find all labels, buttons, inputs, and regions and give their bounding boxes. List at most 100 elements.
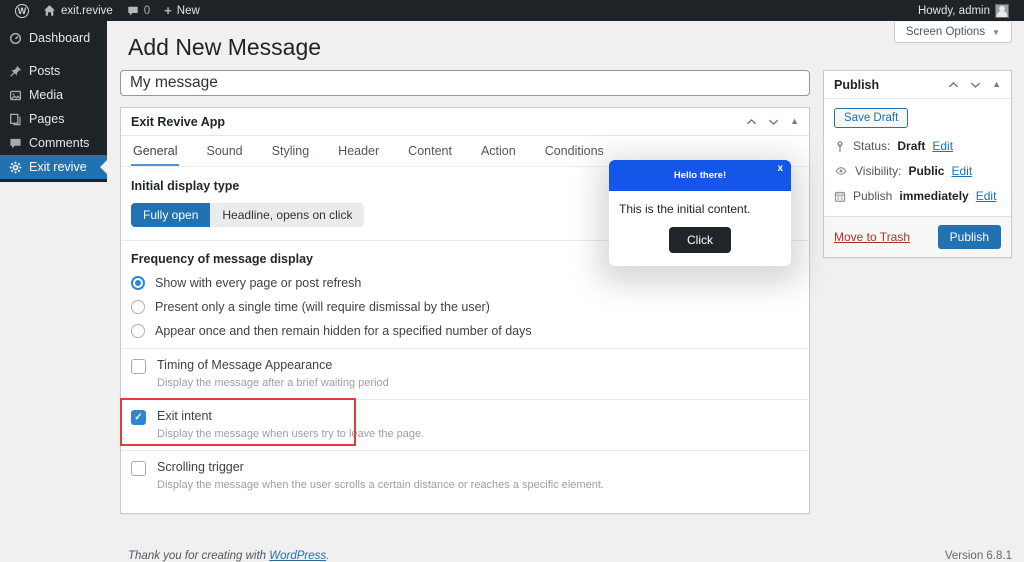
metabox-title: Exit Revive App bbox=[131, 115, 746, 129]
status-row: Status: Draft Edit bbox=[834, 139, 1001, 153]
sidebar-item-pages[interactable]: Pages bbox=[0, 107, 107, 131]
publishing-actions: Move to Trash Publish bbox=[824, 216, 1011, 257]
popup-click-button[interactable]: Click bbox=[669, 227, 731, 253]
radio-button[interactable] bbox=[131, 300, 145, 314]
site-name-label: exit.revive bbox=[61, 5, 113, 17]
exit-intent-checkbox[interactable]: ✓ bbox=[131, 410, 146, 425]
popup-title: Hello there! bbox=[674, 170, 726, 181]
radio-label: Show with every page or post refresh bbox=[155, 276, 361, 290]
headline-opens-on-click-button[interactable]: Headline, opens on click bbox=[210, 203, 364, 227]
edit-visibility-link[interactable]: Edit bbox=[951, 164, 972, 178]
content-area: Screen Options ▼ Add New Message Exit Re… bbox=[107, 21, 1024, 534]
media-icon bbox=[9, 89, 22, 102]
footer-thanks: Thank you for creating with WordPress. bbox=[128, 550, 329, 562]
close-icon[interactable]: x bbox=[777, 163, 783, 174]
popup-body: This is the initial content. Click bbox=[609, 191, 791, 266]
wordpress-logo-icon: W bbox=[15, 4, 29, 18]
toggle-text: Timing of Message Appearance Display the… bbox=[157, 358, 389, 389]
popup-header: Hello there! x bbox=[609, 160, 791, 191]
tab-header[interactable]: Header bbox=[336, 136, 381, 166]
toggle-scrolling: Scrolling trigger Display the message wh… bbox=[131, 451, 799, 501]
sidebar-item-label: Exit revive bbox=[29, 160, 87, 174]
visibility-prefix: Visibility: bbox=[855, 164, 901, 178]
toggle-label: Exit intent bbox=[157, 409, 424, 423]
visibility-value: Public bbox=[908, 164, 944, 178]
main-column: Exit Revive App ▲ General Sound Sty bbox=[120, 70, 810, 514]
screen-options-button[interactable]: Screen Options ▼ bbox=[894, 22, 1012, 43]
move-up-button[interactable] bbox=[948, 81, 959, 89]
avatar bbox=[995, 4, 1009, 18]
schedule-prefix: Publish bbox=[853, 189, 892, 203]
move-to-trash-link[interactable]: Move to Trash bbox=[834, 230, 910, 244]
admin-bar: W exit.revive 0 + New Howdy, admin bbox=[0, 0, 1024, 21]
thanks-text: Thank you for creating with bbox=[128, 550, 269, 562]
exit-revive-metabox: Exit Revive App ▲ General Sound Sty bbox=[120, 107, 810, 514]
sidebar-item-media[interactable]: Media bbox=[0, 83, 107, 107]
sidebar-item-exit-revive[interactable]: Exit revive bbox=[0, 155, 107, 179]
edit-schedule-link[interactable]: Edit bbox=[976, 189, 997, 203]
dashboard-icon bbox=[9, 32, 22, 45]
home-icon bbox=[43, 4, 56, 17]
tab-styling[interactable]: Styling bbox=[270, 136, 312, 166]
scrolling-checkbox[interactable] bbox=[131, 461, 146, 476]
radio-single-time[interactable]: Present only a single time (will require… bbox=[131, 300, 799, 314]
sidebar-item-label: Media bbox=[29, 88, 63, 102]
message-title-input[interactable] bbox=[120, 70, 810, 96]
account-menu[interactable]: Howdy, admin bbox=[911, 0, 1016, 21]
new-content-menu[interactable]: + New bbox=[157, 0, 207, 21]
tab-action[interactable]: Action bbox=[479, 136, 518, 166]
sidebar-item-dashboard[interactable]: Dashboard bbox=[0, 26, 107, 50]
thanks-period: . bbox=[326, 550, 329, 562]
edit-columns: Exit Revive App ▲ General Sound Sty bbox=[120, 70, 1012, 514]
plus-icon: + bbox=[164, 3, 172, 18]
message-preview-popup: Hello there! x This is the initial conte… bbox=[609, 160, 791, 266]
howdy-label: Howdy, admin bbox=[918, 5, 990, 17]
chevron-down-icon: ▼ bbox=[992, 28, 1000, 37]
radio-label: Present only a single time (will require… bbox=[155, 300, 490, 314]
publish-button[interactable]: Publish bbox=[938, 225, 1001, 249]
comment-bubble-icon bbox=[127, 5, 139, 17]
toggle-description: Display the message when users try to le… bbox=[157, 428, 424, 440]
radio-every-refresh[interactable]: Show with every page or post refresh bbox=[131, 276, 799, 290]
move-down-button[interactable] bbox=[768, 118, 779, 126]
timing-checkbox[interactable] bbox=[131, 359, 146, 374]
panel-toggle-button[interactable]: ▲ bbox=[992, 80, 1001, 89]
radio-button[interactable] bbox=[131, 324, 145, 338]
move-up-button[interactable] bbox=[746, 118, 757, 126]
metabox-header: Exit Revive App ▲ bbox=[121, 108, 809, 136]
status-icon bbox=[834, 140, 846, 153]
wordpress-link[interactable]: WordPress bbox=[269, 550, 326, 562]
publish-title: Publish bbox=[834, 78, 948, 92]
schedule-row: Publish immediately Edit bbox=[834, 189, 1001, 203]
radio-hidden-days[interactable]: Appear once and then remain hidden for a… bbox=[131, 324, 799, 338]
sidebar-item-comments[interactable]: Comments bbox=[0, 131, 107, 155]
radio-button-selected[interactable] bbox=[131, 276, 145, 290]
admin-footer: Thank you for creating with WordPress. V… bbox=[120, 550, 1012, 562]
menu-separator bbox=[0, 50, 107, 59]
wordpress-logo-menu[interactable]: W bbox=[8, 0, 36, 21]
schedule-value: immediately bbox=[899, 189, 968, 203]
sidebar-item-label: Pages bbox=[29, 112, 64, 126]
save-draft-button[interactable]: Save Draft bbox=[834, 108, 908, 128]
sidebar-item-posts[interactable]: Posts bbox=[0, 59, 107, 83]
comments-menu[interactable]: 0 bbox=[120, 0, 157, 21]
tab-general[interactable]: General bbox=[131, 136, 179, 166]
fully-open-button[interactable]: Fully open bbox=[131, 203, 210, 227]
comments-count: 0 bbox=[144, 5, 150, 17]
tab-content[interactable]: Content bbox=[406, 136, 454, 166]
status-value: Draft bbox=[897, 139, 925, 153]
toggle-description: Display the message after a brief waitin… bbox=[157, 377, 389, 389]
publish-header: Publish ▲ bbox=[824, 71, 1011, 99]
visibility-icon bbox=[834, 165, 848, 177]
toggle-text: Exit intent Display the message when use… bbox=[157, 409, 424, 440]
status-prefix: Status: bbox=[853, 139, 890, 153]
edit-status-link[interactable]: Edit bbox=[932, 139, 953, 153]
panel-toggle-button[interactable]: ▲ bbox=[790, 117, 799, 126]
site-name-menu[interactable]: exit.revive bbox=[36, 0, 120, 21]
sidebar-item-label: Comments bbox=[29, 136, 89, 150]
tab-sound[interactable]: Sound bbox=[204, 136, 244, 166]
tab-conditions[interactable]: Conditions bbox=[543, 136, 606, 166]
initial-display-segmented: Fully open Headline, opens on click bbox=[131, 203, 364, 227]
move-down-button[interactable] bbox=[970, 81, 981, 89]
sidebar-item-label: Posts bbox=[29, 64, 60, 78]
